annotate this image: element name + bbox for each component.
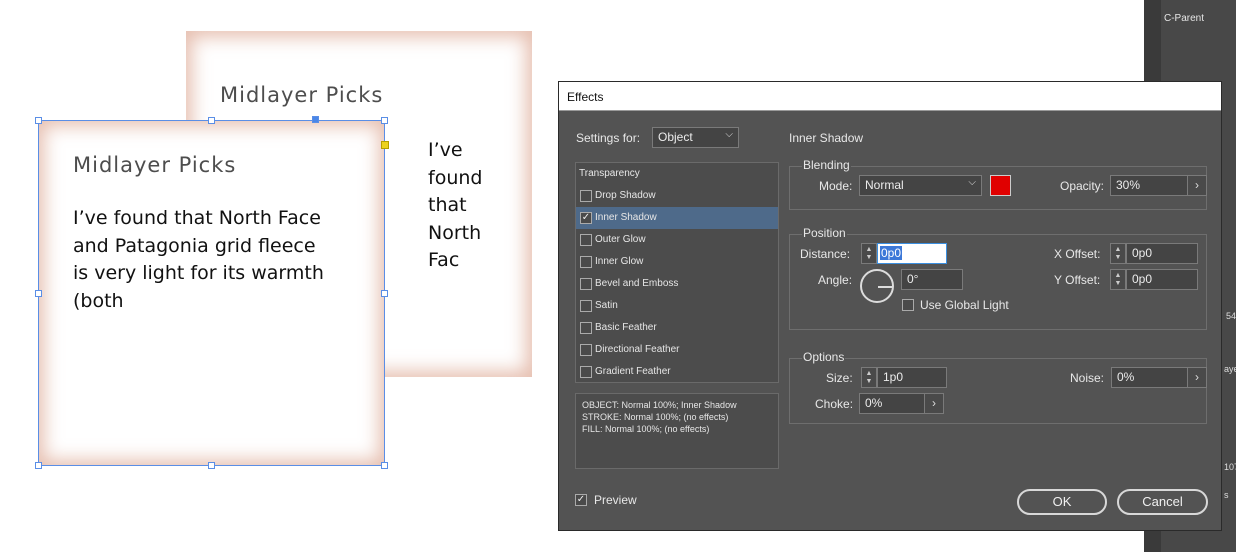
noise-label: Noise: [1070,371,1105,385]
summary-line: STROKE: Normal 100%; (no effects) [582,412,729,422]
panel-edge-text: aye [1224,364,1236,374]
text-frame-selected[interactable]: Midlayer Picks I’ve found that North Fac… [38,120,385,466]
resize-handle-top[interactable] [208,117,215,124]
effects-dialog: Effects Settings for: Object ⌵ Inner Sha… [558,81,1222,531]
threaded-text-frame[interactable]: I’ve found that North Fac [428,137,482,275]
out-port-handle[interactable] [381,141,389,149]
checkbox[interactable] [580,322,592,334]
chevron-right-icon[interactable]: › [924,393,944,414]
angle-field[interactable]: 0° [901,269,963,290]
angle-label: Angle: [818,273,853,287]
choke-field[interactable]: 0% [859,393,926,414]
size-field[interactable]: 1p0 [877,367,947,388]
x-offset-stepper[interactable]: ▲ ▼ [1110,243,1126,264]
preview-checkbox[interactable]: ✓ [575,494,587,506]
y-offset-field[interactable]: 0p0 [1126,269,1198,290]
panel-tab[interactable]: C-Parent [1164,13,1204,24]
resize-handle-top-center-ref[interactable] [312,116,319,123]
chevron-right-icon[interactable]: › [1187,367,1207,388]
effect-item-inner-glow[interactable]: Inner Glow [576,251,778,273]
dialog-titlebar[interactable]: Effects [559,82,1221,111]
y-offset-stepper[interactable]: ▲ ▼ [1110,269,1126,290]
use-global-light-label: Use Global Light [920,298,1009,312]
opacity-label: Opacity: [1060,179,1105,193]
panel-edge-text: 107 [1224,462,1236,472]
choke-label: Choke: [815,397,854,411]
blend-mode-select[interactable]: Normal ⌵ [859,175,982,196]
panel-edge-text: 54 [1226,311,1236,321]
summary-line: FILL: Normal 100%; (no effects) [582,424,710,434]
settings-for-select[interactable]: Object ⌵ [652,127,739,148]
checkbox[interactable] [580,190,592,202]
resize-handle-left[interactable] [35,290,42,297]
resize-handle-bottom-right[interactable] [381,462,388,469]
frame-body-text: I’ve found that North Face and Patagonia… [73,207,324,312]
effect-item-inner-shadow[interactable]: ✓ Inner Shadow [576,207,778,229]
effect-item-gradient-feather[interactable]: Gradient Feather [576,361,778,383]
panel-edge-text: s [1224,490,1229,500]
cancel-button[interactable]: Cancel [1117,489,1208,515]
chevron-down-icon: ⌵ [968,177,976,188]
use-global-light-checkbox[interactable] [902,299,914,311]
distance-field[interactable]: 0p0 [877,243,947,264]
shadow-color-swatch[interactable] [990,175,1011,196]
distance-label: Distance: [800,247,851,261]
noise-field[interactable]: 0% [1111,367,1188,388]
effect-item-satin[interactable]: Satin [576,295,778,317]
effect-item-directional-feather[interactable]: Directional Feather [576,339,778,361]
angle-dial[interactable] [860,269,894,303]
y-offset-label: Y Offset: [1054,273,1101,287]
ok-button[interactable]: OK [1017,489,1107,515]
checkbox[interactable] [580,234,592,246]
effect-item-basic-feather[interactable]: Basic Feather [576,317,778,339]
checkbox[interactable] [580,300,592,312]
checkbox[interactable] [580,278,592,290]
resize-handle-top-right[interactable] [381,117,388,124]
section-title: Inner Shadow [789,131,864,145]
resize-handle-bottom[interactable] [208,462,215,469]
effect-item-drop-shadow[interactable]: Drop Shadow [576,185,778,207]
resize-handle-top-left[interactable] [35,117,42,124]
position-legend: Position [802,226,847,240]
effect-item-bevel-emboss[interactable]: Bevel and Emboss [576,273,778,295]
effect-item-outer-glow[interactable]: Outer Glow [576,229,778,251]
chevron-right-icon[interactable]: › [1187,175,1207,196]
preview-label: Preview [594,493,637,507]
checkbox[interactable] [580,344,592,356]
checkbox[interactable] [580,256,592,268]
summary-line: OBJECT: Normal 100%; Inner Shadow [582,400,737,410]
checkbox[interactable] [580,366,592,378]
x-offset-label: X Offset: [1054,247,1101,261]
resize-handle-right[interactable] [381,290,388,297]
x-offset-field[interactable]: 0p0 [1126,243,1198,264]
resize-handle-bottom-left[interactable] [35,462,42,469]
effect-summary: OBJECT: Normal 100%; Inner Shadow STROKE… [575,393,779,469]
blending-legend: Blending [802,158,851,172]
dialog-title: Effects [567,90,604,104]
opacity-field[interactable]: 30% [1110,175,1188,196]
checkbox-checked[interactable]: ✓ [580,212,592,224]
size-stepper[interactable]: ▲ ▼ [861,367,877,388]
frame-title: Midlayer Picks [73,153,237,177]
frame-title: Midlayer Picks [220,83,384,107]
size-label: Size: [826,371,853,385]
effect-list: Transparency Drop Shadow ✓ Inner Shadow … [575,162,779,383]
list-header: Transparency [579,168,640,179]
settings-for-label: Settings for: [576,131,641,145]
mode-label: Mode: [819,179,853,193]
distance-stepper[interactable]: ▲ ▼ [861,243,877,264]
options-legend: Options [802,350,846,364]
chevron-down-icon: ⌵ [725,129,733,140]
